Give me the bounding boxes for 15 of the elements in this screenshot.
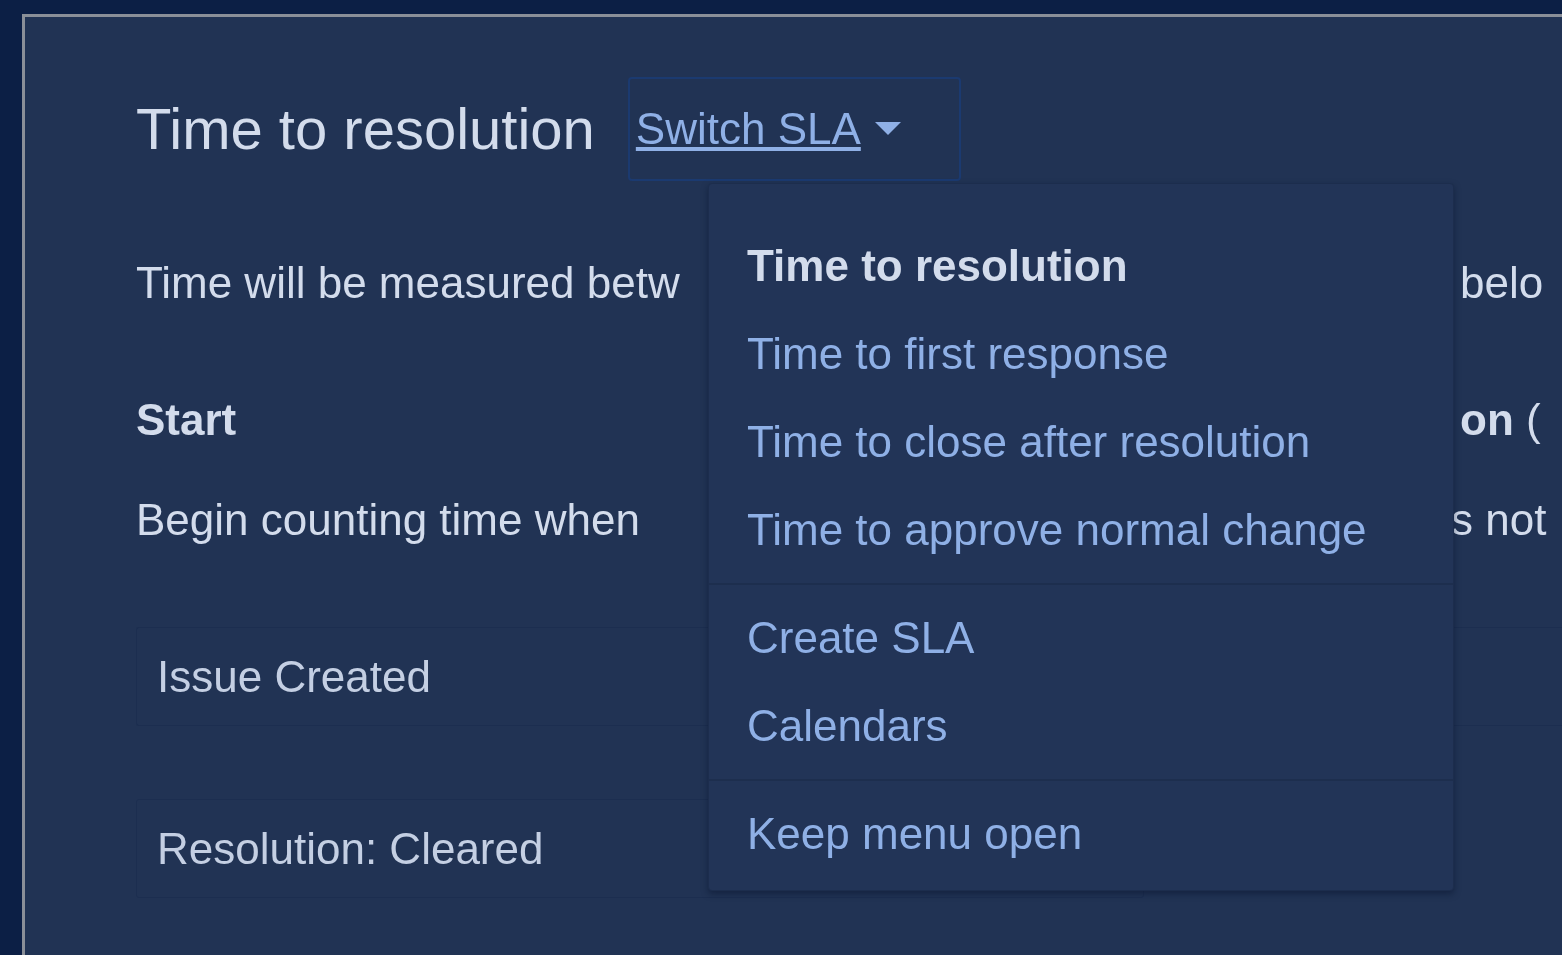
caret-icon xyxy=(874,122,901,136)
page-title: Time to resolution xyxy=(136,95,595,163)
description-text: belo xyxy=(1459,257,1545,309)
menu-item[interactable]: Time to close after resolution xyxy=(709,398,1453,486)
start-heading: Start xyxy=(136,394,238,446)
menu-item[interactable]: Time to first response xyxy=(709,310,1453,398)
menu-item[interactable]: Time to approve normal change xyxy=(709,486,1453,574)
menu-item[interactable]: Create SLA xyxy=(709,594,1453,682)
menu-item[interactable]: Time to resolution xyxy=(709,222,1453,310)
description-text: s not xyxy=(1451,494,1548,546)
switch-sla-button[interactable]: Switch SLA xyxy=(627,77,961,181)
description-text: Time will be measured betw xyxy=(136,257,681,309)
menu-item[interactable]: Calendars xyxy=(709,682,1453,770)
section-heading: on ( xyxy=(1459,394,1542,446)
start-description: Begin counting time when xyxy=(136,494,641,546)
